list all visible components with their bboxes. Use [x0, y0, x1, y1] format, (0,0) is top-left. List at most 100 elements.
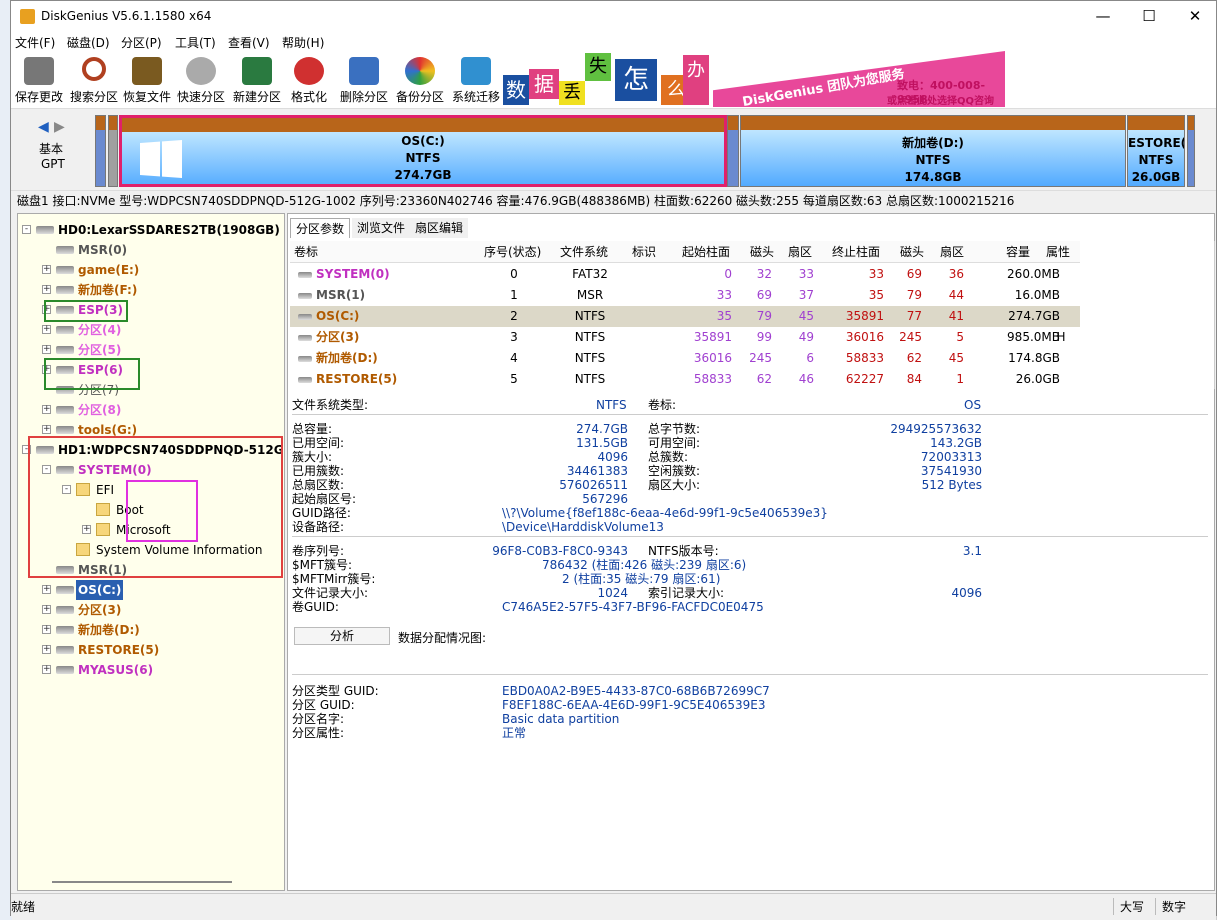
- next-disk-icon[interactable]: ▶: [54, 119, 65, 135]
- table-cell: 46: [798, 372, 814, 386]
- analyze-button[interactable]: 分析: [294, 627, 390, 645]
- fs-type-value: NTFS: [596, 398, 627, 412]
- save-changes-button[interactable]: 保存更改: [11, 53, 67, 105]
- table-cell: [630, 369, 670, 389]
- status-bar: 就绪 大写 数字: [11, 893, 1216, 917]
- volume-guid-value: C746A5E2-57F5-43F7-BF96-FACFDC0E0475: [502, 600, 764, 614]
- app-icon: [20, 9, 35, 24]
- column-header[interactable]: 终止柱面: [832, 241, 880, 263]
- minimize-button[interactable]: —: [1080, 1, 1126, 31]
- format-label: 格式化: [290, 90, 327, 104]
- table-cell: 1: [956, 372, 964, 386]
- backup-partition-button[interactable]: 备份分区: [392, 53, 448, 105]
- banner-char: 办: [683, 55, 709, 105]
- banner-char: 失: [585, 53, 611, 81]
- column-header[interactable]: 标识: [632, 241, 656, 263]
- table-cell: 6: [806, 351, 814, 365]
- menu-view[interactable]: 查看(V): [228, 34, 270, 51]
- segment-name: OS(C:): [401, 134, 445, 148]
- quick-partition-button[interactable]: 快速分区: [173, 53, 229, 105]
- disk-segment-small[interactable]: [727, 115, 739, 187]
- table-cell: 245: [899, 330, 922, 344]
- segment-name: 新加卷(D:): [902, 136, 964, 150]
- table-cell: 79: [756, 309, 772, 323]
- table-cell: 1: [510, 288, 518, 302]
- total-sectors-label: 总扇区数:: [292, 478, 345, 492]
- disk-segment-restore[interactable]: ESTORE(5 NTFS 26.0GB: [1127, 115, 1185, 187]
- column-header[interactable]: 扇区: [788, 241, 812, 263]
- disk-segment-small[interactable]: [95, 115, 106, 187]
- close-button[interactable]: ✕: [1172, 1, 1218, 31]
- table-cell: 62: [756, 372, 772, 386]
- table-row[interactable]: MSR(1) 1 MSR 33 69 37 35 79 44 16.0MB: [290, 285, 1080, 306]
- column-header[interactable]: 容量: [1006, 241, 1030, 263]
- table-cell: H: [1056, 330, 1066, 344]
- caps-indicator: 大写: [1113, 898, 1153, 915]
- table-row[interactable]: 新加卷(D:) 4 NTFS 36016 245 6 58833 62 45 174.8GB: [290, 348, 1080, 369]
- ntfs-version-value: 3.1: [962, 544, 982, 558]
- segment-fs: NTFS: [1138, 153, 1174, 167]
- search-partition-button[interactable]: 搜索分区: [66, 53, 122, 105]
- distribution-label: 数据分配情况图:: [398, 631, 487, 645]
- maximize-button[interactable]: ☐: [1126, 1, 1172, 31]
- table-cell: 新加卷(D:): [316, 351, 378, 365]
- used-space-label: 已用空间:: [292, 436, 345, 450]
- tree-hscrollbar[interactable]: [52, 881, 232, 883]
- system-migration-button[interactable]: 系统迁移: [448, 53, 504, 105]
- sector-size-value: 512 Bytes: [921, 478, 982, 492]
- table-row[interactable]: OS(C:) 2 NTFS 35 79 45 35891 77 41 274.7GB: [290, 306, 1080, 327]
- table-cell: 2: [510, 309, 518, 323]
- magnifier-icon: [82, 57, 106, 81]
- column-header[interactable]: 序号(状态): [484, 241, 541, 263]
- recover-icon: [132, 57, 162, 85]
- disk-segment-os[interactable]: OS(C:) NTFS 274.7GB: [119, 115, 727, 187]
- disk-segment-d[interactable]: 新加卷(D:) NTFS 174.8GB: [740, 115, 1126, 187]
- table-cell: 69: [756, 288, 772, 302]
- menu-tools[interactable]: 工具(T): [175, 34, 216, 51]
- used-clusters-value: 34461383: [566, 464, 628, 478]
- banner-char: 数: [503, 75, 529, 105]
- recover-files-button[interactable]: 恢复文件: [119, 53, 175, 105]
- table-cell: 32: [756, 267, 772, 281]
- delete-partition-button[interactable]: 删除分区: [336, 53, 392, 105]
- disk-style-label: GPT: [41, 157, 65, 171]
- total-capacity-value: 274.7GB: [576, 422, 628, 436]
- tab-partition-params[interactable]: 分区参数: [290, 218, 351, 238]
- disk-segment-small[interactable]: [1187, 115, 1195, 187]
- partition-type-guid-label: 分区类型 GUID:: [292, 684, 379, 698]
- table-cell: 35: [868, 288, 884, 302]
- tab-sector-edit[interactable]: 扇区编辑: [410, 218, 469, 238]
- column-header[interactable]: 磁头: [750, 241, 774, 263]
- trash-icon: [349, 57, 379, 85]
- highlight-box-magenta: [126, 480, 198, 542]
- new-partition-label: 新建分区: [232, 90, 281, 104]
- column-header[interactable]: 扇区: [940, 241, 964, 263]
- disk-segment-small[interactable]: [108, 115, 118, 187]
- menu-file[interactable]: 文件(F): [15, 34, 55, 51]
- table-row[interactable]: 分区(3) 3 NTFS 35891 99 49 36016 245 5 985.0MB H: [290, 327, 1080, 348]
- table-cell: 35891: [845, 309, 884, 323]
- column-header[interactable]: 属性: [1046, 241, 1070, 263]
- ad-banner[interactable]: 数 据 丢 失 怎 么 办 DiskGenius 团队为您服务 致电：400-0…: [503, 51, 1005, 107]
- format-button[interactable]: 格式化: [281, 53, 337, 105]
- menu-partition[interactable]: 分区(P): [121, 34, 162, 51]
- new-partition-button[interactable]: 新建分区: [229, 53, 285, 105]
- menu-disk[interactable]: 磁盘(D): [67, 34, 110, 51]
- prev-disk-icon[interactable]: ◀: [38, 119, 49, 135]
- banner-qq: 或点击此处选择QQ咨询: [887, 96, 995, 107]
- column-header[interactable]: 磁头: [900, 241, 924, 263]
- table-cell: 62: [906, 351, 922, 365]
- column-header[interactable]: 卷标: [294, 241, 318, 263]
- segment-fs: NTFS: [915, 153, 951, 167]
- table-cell: NTFS: [574, 330, 606, 344]
- total-bytes-label: 总字节数:: [648, 422, 701, 436]
- tab-browse-files[interactable]: 浏览文件: [352, 218, 411, 238]
- column-header[interactable]: 起始柱面: [682, 241, 730, 263]
- serial-label: 卷序列号:: [292, 544, 345, 558]
- menu-help[interactable]: 帮助(H): [282, 34, 324, 51]
- disk-icon: [186, 57, 216, 85]
- table-row[interactable]: RESTORE(5) 5 NTFS 58833 62 46 62227 84 1 26.0GB: [290, 369, 1080, 389]
- table-cell: 37: [798, 288, 814, 302]
- table-row[interactable]: SYSTEM(0) 0 FAT32 0 32 33 33 69 36 260.0MB: [290, 264, 1080, 285]
- column-header[interactable]: 文件系统: [560, 241, 608, 263]
